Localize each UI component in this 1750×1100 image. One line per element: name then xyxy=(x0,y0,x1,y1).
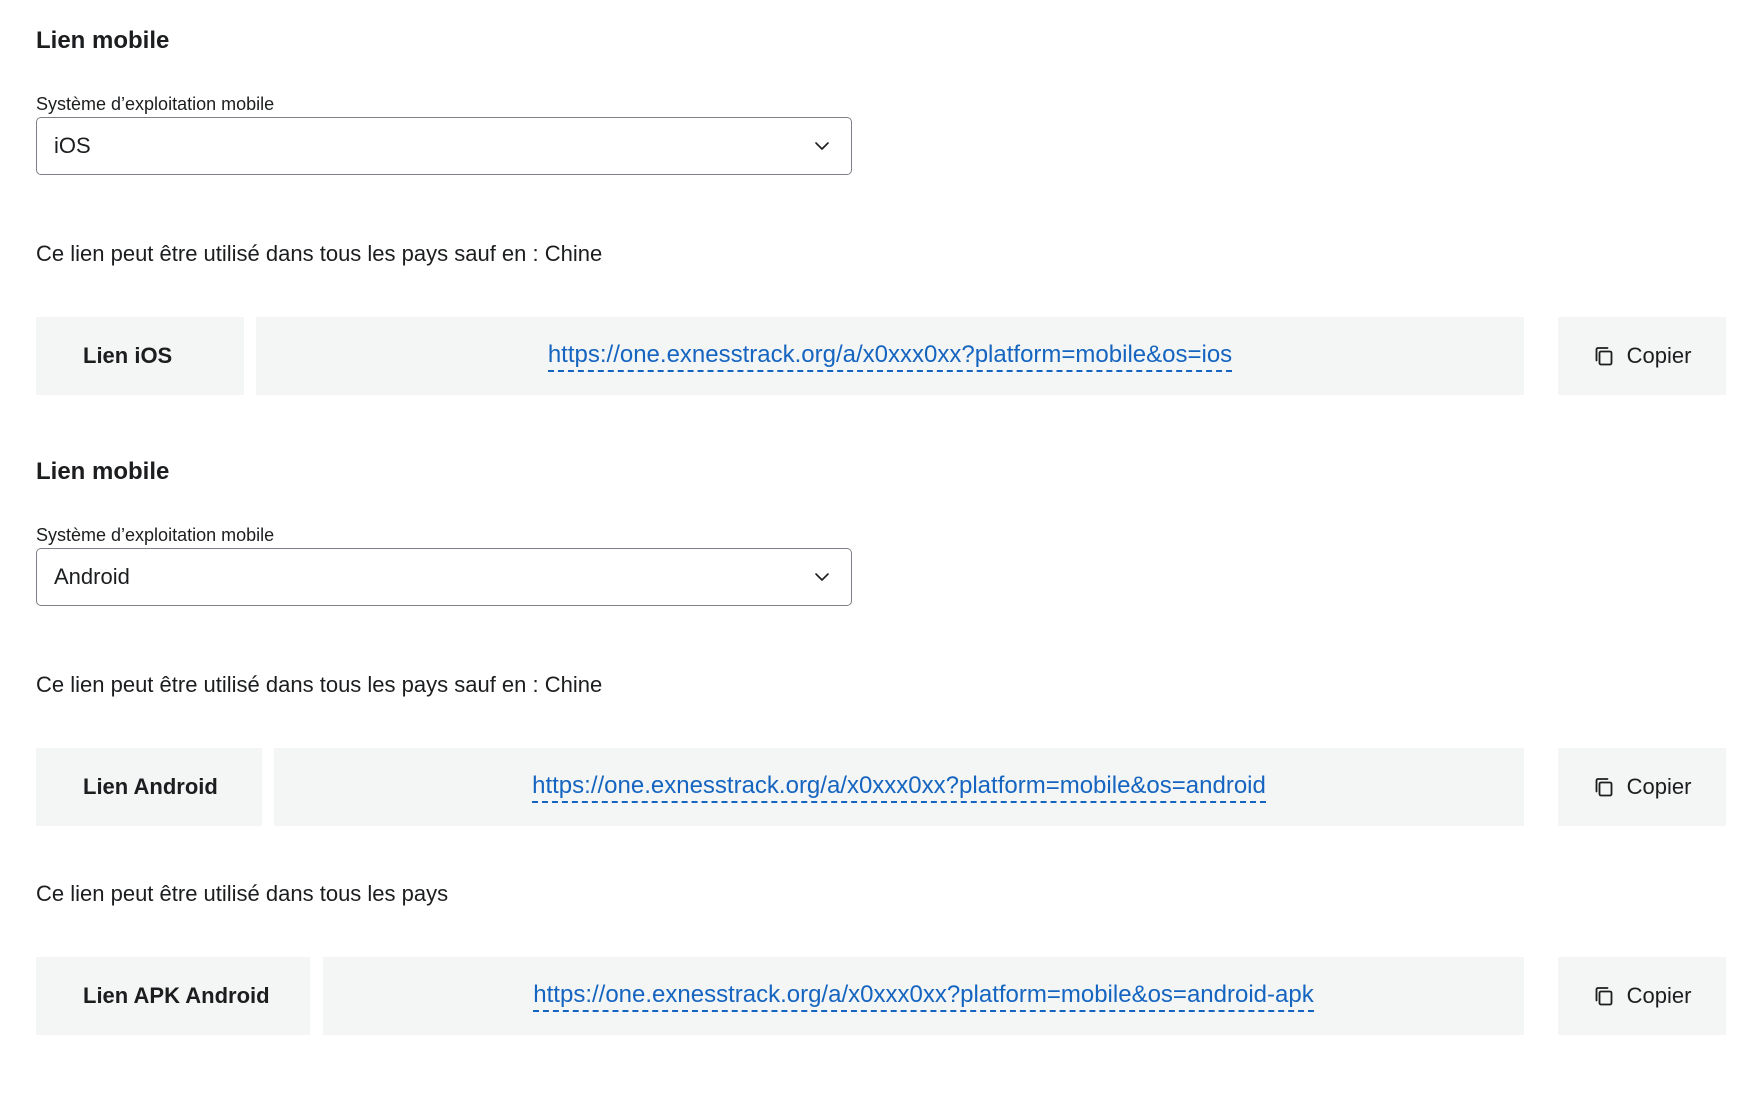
copy-button-label: Copier xyxy=(1626,983,1692,1008)
copy-icon xyxy=(1595,347,1612,366)
link-url-panel: https://one.exnesstrack.org/a/x0xxx0xx?p… xyxy=(323,957,1524,1035)
availability-notice: Ce lien peut être utilisé dans tous les … xyxy=(36,672,603,697)
copy-button[interactable]: Copier xyxy=(1558,748,1726,826)
copy-button[interactable]: Copier xyxy=(1558,957,1726,1035)
os-select-label: Système d’exploitation mobile xyxy=(36,525,275,545)
mobile-link-section-android: Lien mobile Système d’exploitation mobil… xyxy=(36,457,1726,1057)
os-select-label: Système d’exploitation mobile xyxy=(36,94,275,114)
link-url-panel: https://one.exnesstrack.org/a/x0xxx0xx?p… xyxy=(256,317,1524,395)
os-select[interactable]: Android xyxy=(36,548,852,606)
copy-icon xyxy=(1595,778,1612,797)
link-url[interactable]: https://one.exnesstrack.org/a/x0xxx0xx?p… xyxy=(547,340,1233,372)
os-select-value: Android xyxy=(54,564,130,589)
copy-button-label: Copier xyxy=(1626,343,1692,368)
link-row-ios: Lien iOS https://one.exnesstrack.org/a/x… xyxy=(36,317,1726,395)
copy-button-label: Copier xyxy=(1626,774,1692,799)
availability-notice: Ce lien peut être utilisé dans tous les … xyxy=(36,241,603,266)
link-row-android: Lien Android https://one.exnesstrack.org… xyxy=(36,748,1726,826)
mobile-link-section-ios: Lien mobile Système d’exploitation mobil… xyxy=(36,26,1726,396)
copy-icon xyxy=(1595,987,1612,1006)
link-row-android-apk: Lien APK Android https://one.exnesstrack… xyxy=(36,957,1726,1035)
os-select-value: iOS xyxy=(54,133,91,158)
link-label: Lien APK Android xyxy=(36,957,310,1035)
availability-notice: Ce lien peut être utilisé dans tous les … xyxy=(36,881,449,906)
chevron-down-icon xyxy=(815,573,829,581)
link-url-panel: https://one.exnesstrack.org/a/x0xxx0xx?p… xyxy=(274,748,1524,826)
section-title: Lien mobile xyxy=(36,27,170,54)
link-url[interactable]: https://one.exnesstrack.org/a/x0xxx0xx?p… xyxy=(532,771,1266,803)
os-select[interactable]: iOS xyxy=(36,117,852,175)
copy-button[interactable]: Copier xyxy=(1558,317,1726,395)
link-url[interactable]: https://one.exnesstrack.org/a/x0xxx0xx?p… xyxy=(533,980,1314,1012)
section-title: Lien mobile xyxy=(36,458,170,485)
link-label: Lien Android xyxy=(36,748,262,826)
link-label: Lien iOS xyxy=(36,317,244,395)
chevron-down-icon xyxy=(815,142,829,150)
